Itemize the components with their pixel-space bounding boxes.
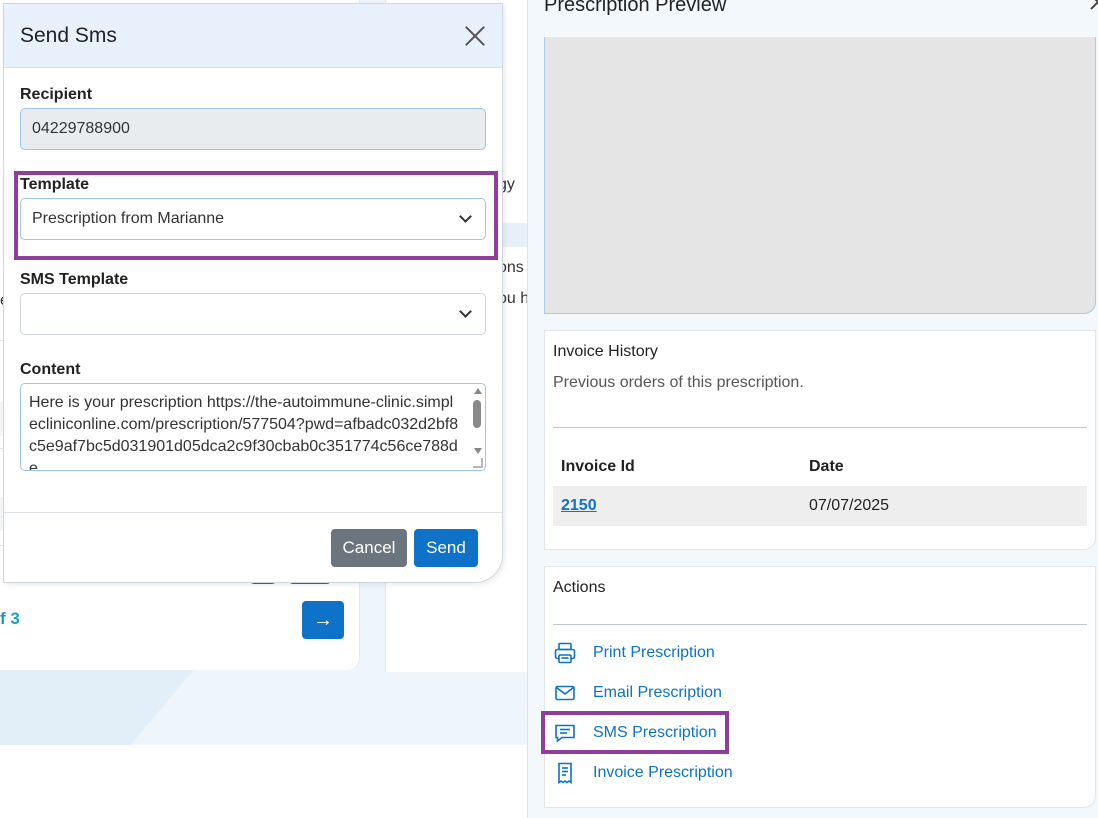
prescription-preview-panel: Prescription Preview Invoice History Pre… <box>527 0 1098 818</box>
invoice-id-cell: 2150 <box>553 497 809 515</box>
textarea-scrollbar[interactable] <box>471 388 483 454</box>
pagination-text: f 3 <box>0 609 20 628</box>
table-row: 2150 07/07/2025 <box>553 486 1087 526</box>
close-icon[interactable] <box>464 25 486 47</box>
chevron-down-icon <box>459 305 472 318</box>
receipt-icon <box>553 761 577 785</box>
recipient-field[interactable]: 04229788900 <box>20 108 486 150</box>
invoice-prescription-action[interactable]: Invoice Prescription <box>553 758 733 788</box>
scroll-down-icon[interactable] <box>474 448 482 454</box>
sms-template-label: SMS Template <box>20 271 129 288</box>
card-divider <box>553 624 1087 625</box>
template-label: Template <box>20 176 90 193</box>
resize-handle-icon[interactable] <box>473 458 483 468</box>
action-label: Email Prescription <box>593 684 722 701</box>
next-page-button[interactable]: → <box>302 601 344 639</box>
invoice-history-card: Invoice History Previous orders of this … <box>544 330 1096 550</box>
background-decoration <box>0 670 194 745</box>
column-header-invoice-id: Invoice Id <box>561 458 635 475</box>
action-label: Print Prescription <box>593 644 715 661</box>
print-prescription-action[interactable]: Print Prescription <box>553 638 715 668</box>
invoice-history-heading: Invoice History <box>553 343 658 360</box>
send-sms-modal: Send Sms Recipient 04229788900 Template … <box>3 3 503 583</box>
date-cell: 07/07/2025 <box>809 497 890 514</box>
recipient-label: Recipient <box>20 86 93 103</box>
sms-template-select[interactable] <box>20 293 486 335</box>
modal-footer-divider <box>4 512 502 513</box>
modal-header: Send Sms <box>4 4 502 68</box>
scroll-thumb[interactable] <box>473 400 481 428</box>
column-header-date: Date <box>809 458 844 475</box>
content-textarea[interactable]: Here is your prescription https://the-au… <box>20 383 486 471</box>
envelope-icon <box>553 681 577 705</box>
invoice-history-subtitle: Previous orders of this prescription. <box>553 374 804 391</box>
modal-title: Send Sms <box>20 23 117 47</box>
actions-heading: Actions <box>553 579 606 596</box>
close-icon[interactable] <box>1091 0 1098 10</box>
template-selected-value: Prescription from Marianne <box>32 210 225 227</box>
recipient-value: 04229788900 <box>32 120 130 137</box>
card-divider <box>553 427 1087 428</box>
content-label: Content <box>20 361 81 378</box>
content-text: Here is your prescription https://the-au… <box>29 394 459 471</box>
cancel-button[interactable]: Cancel <box>331 529 407 567</box>
chevron-down-icon <box>459 210 472 223</box>
template-select[interactable]: Prescription from Marianne <box>20 198 486 240</box>
invoice-link[interactable]: 2150 <box>561 497 597 514</box>
actions-card: Actions Print Prescription Email Prescri… <box>544 566 1096 808</box>
prescription-preview-frame <box>544 37 1096 314</box>
arrow-right-icon: → <box>313 608 333 631</box>
send-button[interactable]: Send <box>414 529 478 567</box>
printer-icon <box>553 641 577 665</box>
email-prescription-action[interactable]: Email Prescription <box>553 678 722 708</box>
action-label: Invoice Prescription <box>593 764 733 781</box>
scroll-up-icon[interactable] <box>474 388 482 394</box>
invoice-table-header: Invoice Id Date <box>553 448 1087 486</box>
panel-title: Prescription Preview <box>544 0 727 16</box>
sms-action-highlight-box <box>541 711 729 754</box>
